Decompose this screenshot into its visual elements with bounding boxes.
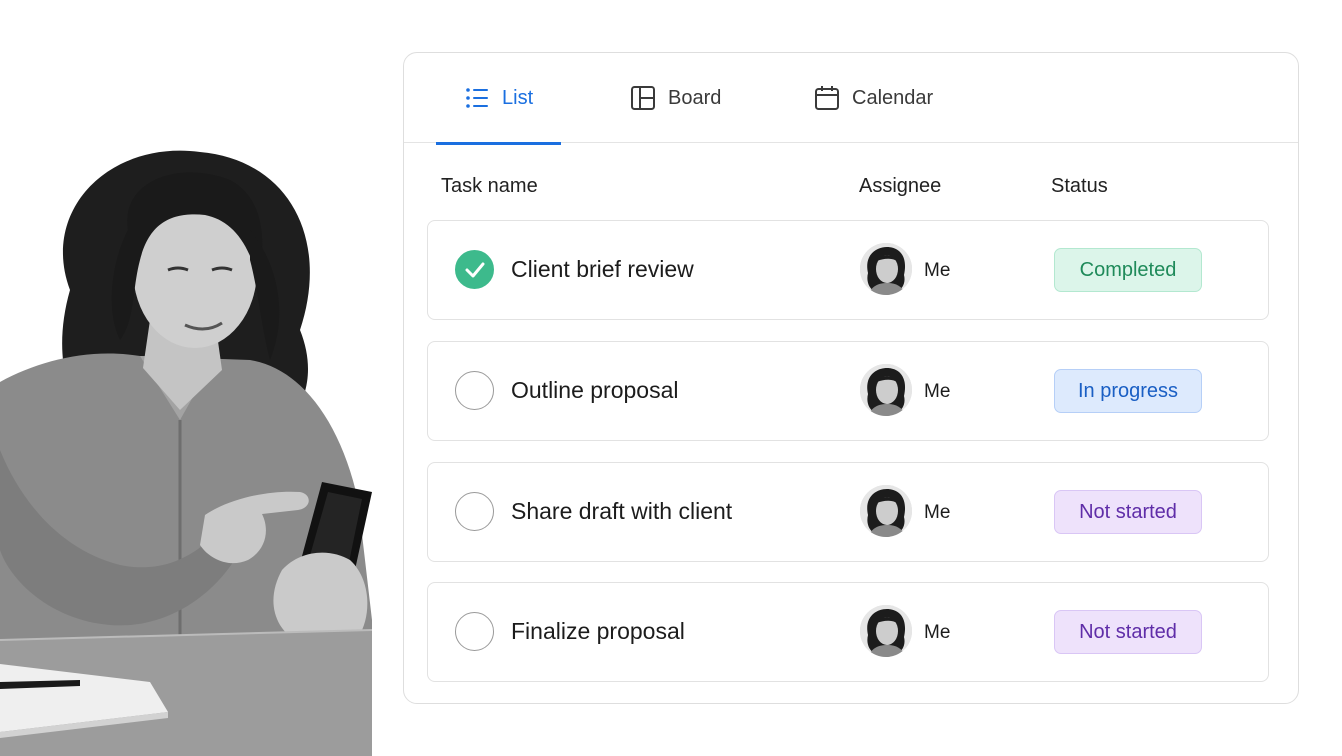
status-badge[interactable]: Completed xyxy=(1054,248,1202,292)
task-checkbox[interactable] xyxy=(455,492,494,531)
avatar xyxy=(860,243,912,295)
status-badge[interactable]: In progress xyxy=(1054,369,1202,413)
column-header-assignee: Assignee xyxy=(859,175,942,197)
task-card: List Board Calendar Task name Assignee S… xyxy=(403,52,1299,704)
task-name[interactable]: Finalize proposal xyxy=(511,618,685,645)
tab-calendar[interactable]: Calendar xyxy=(814,53,933,143)
woman-with-phone-photo xyxy=(0,120,372,756)
task-name[interactable]: Outline proposal xyxy=(511,377,679,404)
status-badge[interactable]: Not started xyxy=(1054,610,1202,654)
calendar-icon xyxy=(815,86,839,110)
task-checkbox[interactable] xyxy=(455,250,494,289)
task-name[interactable]: Share draft with client xyxy=(511,498,732,525)
task-row[interactable]: Share draft with client Me Not started xyxy=(427,462,1269,562)
tab-list[interactable]: List xyxy=(435,53,562,145)
tab-board-label: Board xyxy=(668,86,722,109)
checkmark-icon xyxy=(465,262,485,278)
assignee-name: Me xyxy=(924,260,951,281)
column-header-task: Task name xyxy=(441,175,538,197)
assignee-name: Me xyxy=(924,381,951,402)
tab-list-label: List xyxy=(502,86,534,109)
board-icon xyxy=(631,86,655,110)
status-badge[interactable]: Not started xyxy=(1054,490,1202,534)
list-icon xyxy=(466,88,488,108)
avatar xyxy=(860,605,912,657)
task-row[interactable]: Client brief review Me Completed xyxy=(427,220,1269,320)
assignee-name: Me xyxy=(924,622,951,643)
tab-board[interactable]: Board xyxy=(630,53,721,143)
tab-calendar-label: Calendar xyxy=(852,86,934,109)
avatar xyxy=(860,364,912,416)
assignee-name: Me xyxy=(924,502,951,523)
task-row[interactable]: Finalize proposal Me Not started xyxy=(427,582,1269,682)
task-checkbox[interactable] xyxy=(455,371,494,410)
task-name[interactable]: Client brief review xyxy=(511,256,694,283)
task-row[interactable]: Outline proposal Me In progress xyxy=(427,341,1269,441)
column-header-status: Status xyxy=(1051,175,1108,197)
avatar xyxy=(860,485,912,537)
task-checkbox[interactable] xyxy=(455,612,494,651)
view-tabs: List Board Calendar xyxy=(404,53,1298,145)
